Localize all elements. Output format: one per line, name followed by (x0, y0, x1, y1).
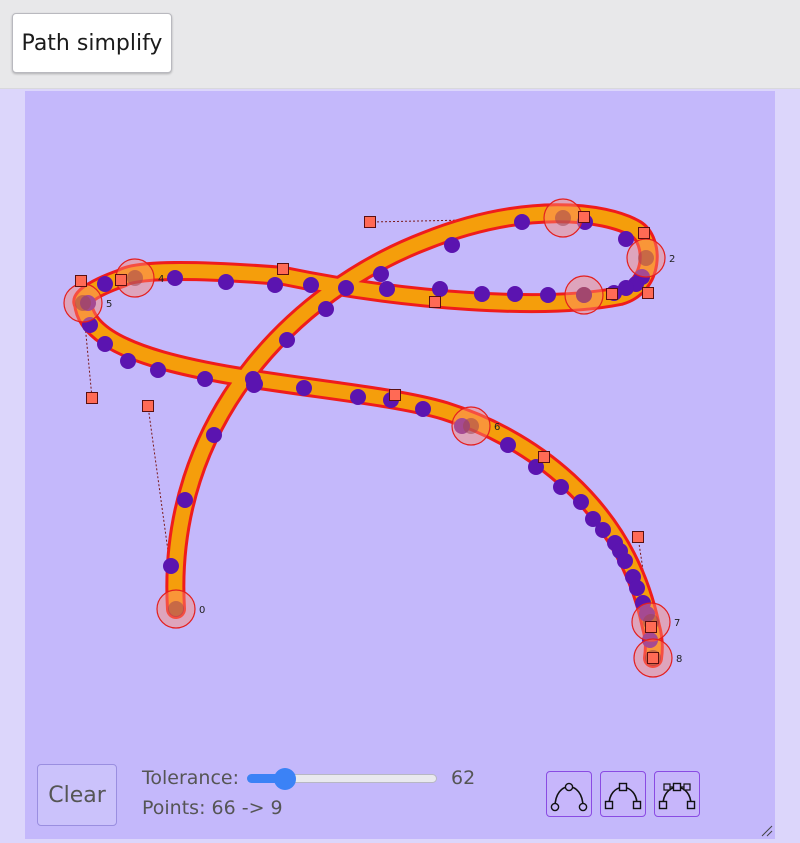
input-point (150, 362, 166, 378)
points-count: Points: 66 -> 9 (142, 797, 283, 819)
input-point (540, 287, 556, 303)
anchor-core (75, 295, 91, 311)
anchor-label: 6 (494, 422, 500, 433)
input-point (120, 353, 136, 369)
control-handle[interactable] (606, 288, 618, 300)
input-point (296, 380, 312, 396)
input-point (318, 301, 334, 317)
control-handle[interactable] (642, 287, 654, 299)
handles-mode-button[interactable] (654, 771, 700, 817)
anchor-label: 4 (158, 274, 164, 285)
anchor-label: 5 (106, 299, 112, 310)
input-point (474, 286, 490, 302)
input-point (197, 371, 213, 387)
input-point (163, 558, 179, 574)
anchor-label: 2 (669, 254, 675, 265)
input-point (514, 214, 530, 230)
control-handle[interactable] (538, 451, 550, 463)
anchor-core (576, 287, 592, 303)
smooth-curve-icon (550, 782, 588, 812)
input-point (573, 494, 589, 510)
control-handle[interactable] (364, 216, 376, 228)
control-handle[interactable] (75, 275, 87, 287)
tolerance-value: 62 (451, 767, 476, 789)
anchor-core (463, 418, 479, 434)
input-point (444, 237, 460, 253)
input-point (629, 580, 645, 596)
resize-grip-icon[interactable] (759, 823, 773, 837)
anchor-core (638, 250, 654, 266)
anchor-core (555, 210, 571, 226)
input-point (553, 479, 569, 495)
anchor-core (127, 270, 143, 286)
control-handle[interactable] (429, 296, 441, 308)
input-point (507, 286, 523, 302)
input-point (595, 522, 611, 538)
corner-curve-icon (604, 782, 642, 810)
input-point (206, 427, 222, 443)
control-handle[interactable] (389, 389, 401, 401)
tolerance-label: Tolerance: (142, 767, 240, 789)
smooth-mode-button[interactable] (546, 771, 592, 817)
input-point (415, 401, 431, 417)
input-point (373, 266, 389, 282)
input-point (432, 281, 448, 297)
input-point (218, 274, 234, 290)
path-simplify-button[interactable]: Path simplify (12, 13, 172, 73)
control-handle[interactable] (115, 274, 127, 286)
anchor-label: 0 (199, 605, 205, 616)
input-point (97, 276, 113, 292)
input-point (303, 277, 319, 293)
control-handle[interactable] (86, 392, 98, 404)
anchor-core (168, 601, 184, 617)
input-point (379, 281, 395, 297)
input-point (618, 231, 634, 247)
corner-mode-button[interactable] (600, 771, 646, 817)
input-point (167, 270, 183, 286)
drawing-canvas[interactable]: 0 2 4 5 6 7 8 Clear Tolerance: 62 Points: 66 -… (25, 91, 775, 839)
tolerance-slider[interactable] (247, 768, 437, 790)
control-handle[interactable] (277, 263, 289, 275)
control-handle[interactable] (645, 621, 657, 633)
input-point (500, 437, 516, 453)
control-handle[interactable] (142, 400, 154, 412)
input-point (97, 336, 113, 352)
input-point (279, 332, 295, 348)
path-drawing[interactable]: 0 2 4 5 6 7 8 (25, 91, 775, 839)
anchor-label: 8 (676, 654, 682, 665)
control-handle[interactable] (647, 652, 659, 664)
input-point (617, 553, 633, 569)
input-point (338, 280, 354, 296)
input-point (267, 277, 283, 293)
slider-thumb[interactable] (274, 768, 296, 790)
handles-curve-icon (658, 782, 696, 810)
control-handle[interactable] (638, 227, 650, 239)
top-toolbar: Path simplify (0, 0, 800, 89)
anchor-label: 7 (674, 618, 680, 629)
control-handle[interactable] (578, 211, 590, 223)
control-handle[interactable] (632, 531, 644, 543)
input-point (177, 492, 193, 508)
clear-button[interactable]: Clear (37, 764, 117, 826)
input-point (247, 376, 263, 392)
input-point (350, 389, 366, 405)
